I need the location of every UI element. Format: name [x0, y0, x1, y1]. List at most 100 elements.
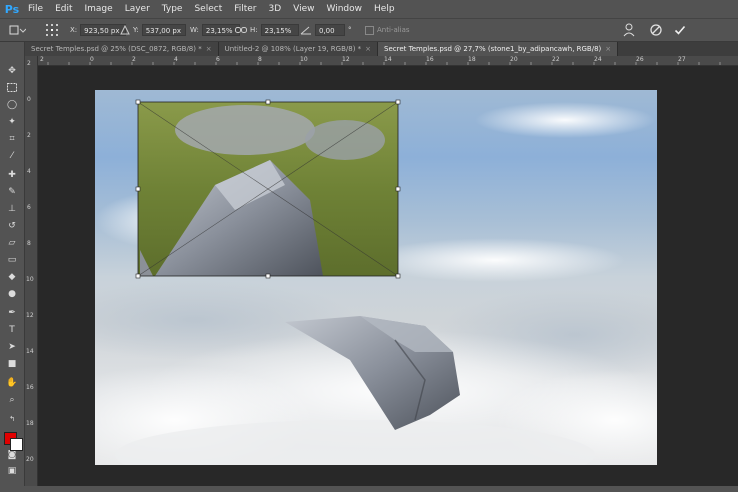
- reference-point-icon[interactable]: [44, 23, 60, 37]
- ruler-label: 14: [384, 56, 392, 63]
- ruler-label: 4: [174, 56, 178, 63]
- ruler-label: 0: [90, 56, 94, 63]
- transform-handle[interactable]: [265, 273, 271, 279]
- menu-layer[interactable]: Layer: [119, 4, 156, 14]
- hand-tool-icon[interactable]: ✋: [5, 376, 19, 389]
- transform-tool-icon: [9, 25, 26, 35]
- close-icon[interactable]: ×: [206, 45, 212, 53]
- ruler-label: 4: [27, 168, 31, 175]
- ruler-label: 2: [27, 60, 31, 67]
- y-field[interactable]: 537,00 px: [141, 24, 186, 36]
- document-tab[interactable]: Untitled-2 @ 108% (Layer 19, RGB/8) * ×: [218, 42, 379, 56]
- y-label: Y:: [133, 26, 139, 34]
- path-selection-icon[interactable]: ➤: [5, 340, 19, 353]
- transform-handle[interactable]: [135, 273, 141, 279]
- menu-3d[interactable]: 3D: [263, 4, 288, 14]
- w-label: W:: [190, 26, 199, 34]
- height-field[interactable]: 23,15%: [260, 24, 299, 36]
- transform-handle[interactable]: [265, 99, 271, 105]
- angle-field[interactable]: 0,00: [315, 24, 345, 36]
- brush-tool-icon[interactable]: ✎: [5, 185, 19, 198]
- angle-icon: [300, 23, 312, 37]
- ruler-label: 24: [594, 56, 602, 63]
- cancel-icon[interactable]: [650, 23, 662, 37]
- x-label: X:: [70, 26, 78, 34]
- type-tool-icon[interactable]: T: [5, 323, 19, 336]
- menu-view[interactable]: View: [287, 4, 320, 14]
- ruler-label: 14: [26, 348, 34, 355]
- marquee-tool-icon[interactable]: [5, 81, 19, 94]
- h-label: H:: [250, 26, 258, 34]
- menu-filter[interactable]: Filter: [228, 4, 262, 14]
- zoom-tool-icon[interactable]: ⌕: [5, 393, 19, 406]
- antialias-checkbox[interactable]: [365, 25, 374, 35]
- menu-type[interactable]: Type: [156, 4, 189, 14]
- screen-mode-icon[interactable]: ▣: [5, 464, 19, 477]
- blur-tool-icon[interactable]: ◆: [5, 270, 19, 283]
- gradient-tool-icon[interactable]: ▭: [5, 253, 19, 266]
- menu-image[interactable]: Image: [79, 4, 119, 14]
- photo-rocks: [305, 120, 385, 160]
- ruler-label: 2: [27, 132, 31, 139]
- magic-wand-icon[interactable]: ✦: [5, 115, 19, 128]
- ruler-label: 10: [300, 56, 308, 63]
- transform-handle[interactable]: [135, 99, 141, 105]
- ruler-label: 12: [342, 56, 350, 63]
- tab-label: Untitled-2 @ 108% (Layer 19, RGB/8) *: [224, 45, 362, 53]
- menu-edit[interactable]: Edit: [49, 4, 78, 14]
- ruler-label: 26: [636, 56, 644, 63]
- menu-window[interactable]: Window: [321, 4, 369, 14]
- tab-label: Secret Temples.psd @ 25% (DSC_0872, RGB/…: [31, 45, 202, 53]
- tab-label: Secret Temples.psd @ 27,7% (stone1_by_ad…: [384, 45, 602, 53]
- transform-handle[interactable]: [395, 273, 401, 279]
- healing-brush-icon[interactable]: ✚: [5, 168, 19, 181]
- ruler-label: 2: [40, 56, 44, 63]
- photo-rocks: [175, 105, 315, 155]
- menu-select[interactable]: Select: [188, 4, 228, 14]
- options-bar: X: 923,50 px Y: 537,00 px W: 23,15% H: 2…: [0, 18, 738, 42]
- close-icon[interactable]: ×: [365, 45, 371, 53]
- ruler-label: 0: [27, 96, 31, 103]
- swap-colors-icon[interactable]: ↰: [5, 412, 19, 425]
- close-icon[interactable]: ×: [605, 45, 611, 53]
- menu-help[interactable]: Help: [368, 4, 401, 14]
- ruler-label: 22: [552, 56, 560, 63]
- relative-position-icon[interactable]: [120, 23, 130, 37]
- cloud-wisp: [365, 238, 625, 282]
- link-icon[interactable]: [235, 23, 247, 37]
- angle-unit: °: [348, 26, 352, 34]
- tools-panel: ✥ ◯ ✦ ⌗ ⁄ ✚ ✎ ⊥ ↺ ▱ ▭ ◆ ● ✒ T ➤ ■ ✋ ⌕ ↰ …: [0, 42, 25, 492]
- document-canvas[interactable]: [95, 90, 657, 465]
- dodge-tool-icon[interactable]: ●: [5, 287, 19, 300]
- ruler-label: 27: [678, 56, 686, 63]
- eraser-tool-icon[interactable]: ▱: [5, 236, 19, 249]
- background-color-swatch[interactable]: [10, 438, 23, 451]
- clone-stamp-icon[interactable]: ⊥: [5, 202, 19, 215]
- ruler-label: 6: [27, 204, 31, 211]
- crop-tool-icon[interactable]: ⌗: [5, 132, 19, 145]
- eyedropper-icon[interactable]: ⁄: [5, 149, 19, 162]
- menu-file[interactable]: File: [22, 4, 49, 14]
- tool-preset-picker[interactable]: [8, 23, 26, 37]
- transform-handle[interactable]: [395, 186, 401, 192]
- document-tab-active[interactable]: Secret Temples.psd @ 27,7% (stone1_by_ad…: [378, 42, 619, 56]
- document-tab-bar: Secret Temples.psd @ 25% (DSC_0872, RGB/…: [25, 42, 738, 56]
- ruler-label: 18: [468, 56, 476, 63]
- status-bar: [0, 486, 738, 492]
- vertical-ruler: 2 0 2 4 6 8 10 12 14 16 18 20: [25, 56, 38, 492]
- ruler-label: 10: [26, 276, 34, 283]
- document-tab[interactable]: Secret Temples.psd @ 25% (DSC_0872, RGB/…: [25, 42, 219, 56]
- lasso-tool-icon[interactable]: ◯: [5, 98, 19, 111]
- transform-handle[interactable]: [135, 186, 141, 192]
- move-tool-icon[interactable]: ✥: [5, 64, 19, 77]
- horizontal-ruler: 2 0 2 4 6 8 10 12 14 16 18 20 22 24 26 2…: [38, 56, 738, 66]
- ruler-label: 2: [132, 56, 136, 63]
- menu-bar: Ps File Edit Image Layer Type Select Fil…: [0, 0, 738, 18]
- rectangle-tool-icon[interactable]: ■: [5, 357, 19, 370]
- warp-toggle-icon[interactable]: [622, 23, 636, 37]
- transform-handle[interactable]: [395, 99, 401, 105]
- pen-tool-icon[interactable]: ✒: [5, 306, 19, 319]
- history-brush-icon[interactable]: ↺: [5, 219, 19, 232]
- ruler-label: 18: [26, 420, 34, 427]
- commit-icon[interactable]: [674, 23, 686, 37]
